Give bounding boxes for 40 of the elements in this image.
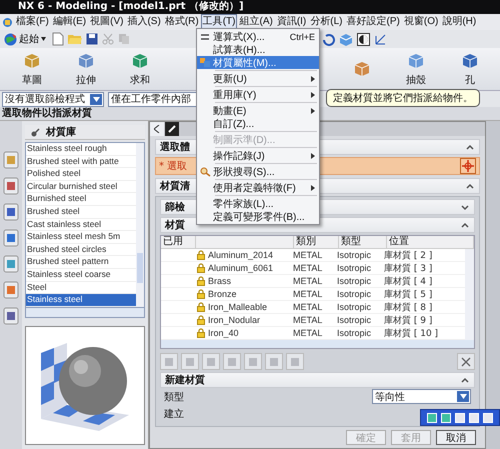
table-cell-text: Isotropic	[336, 250, 372, 260]
section-title: 選取體	[160, 140, 190, 154]
field-label: 建立	[164, 408, 184, 420]
table-cell-text: Isotropic	[336, 263, 372, 273]
table-cell: Iron_Malleable	[208, 302, 268, 312]
table-cell-text: Isotropic	[336, 276, 372, 286]
table-cell-text: 庫材質 [ 2 ]	[383, 250, 434, 262]
table-cell: Bronze	[208, 289, 237, 299]
table-cell-text: METAL	[292, 276, 324, 286]
table-cell-text: METAL	[292, 289, 324, 299]
table-cell-text: 庫材質 [ 4 ]	[383, 276, 434, 288]
table-cell-text: METAL	[292, 302, 324, 312]
table-cell: Iron_40	[208, 328, 239, 338]
section-title: 篩檢	[165, 200, 185, 214]
section-title: 材質	[165, 218, 185, 232]
table-cell: Iron_Nodular	[208, 315, 260, 325]
section-title: 新建材質	[165, 373, 205, 387]
panel-title: 材質庫	[46, 125, 76, 139]
table-cell-text: 庫材質 [ 9 ]	[383, 314, 434, 326]
table-cell-text: 庫材質 [ 5 ]	[383, 288, 434, 300]
table-cell: Brass	[208, 276, 232, 286]
window-title: NX 6 - Modeling - [model1.prt （修改的）]	[0, 0, 500, 14]
table-cell: Aluminum_2014	[208, 250, 274, 260]
shortcut-label: Ctrl+E	[290, 32, 315, 42]
selection-prompt: * 選取	[159, 160, 188, 173]
table-cell-text: Isotropic	[336, 315, 372, 325]
table-cell-text: METAL	[292, 263, 324, 273]
table-cell-text: 庫材質 [ 8 ]	[383, 302, 434, 314]
table-cell-text: Isotropic	[336, 289, 372, 299]
table-cell: Aluminum_6061	[208, 263, 274, 273]
field-label: 類型	[164, 390, 184, 404]
table-cell-text: METAL	[292, 315, 324, 325]
table-cell-text: METAL	[292, 328, 324, 338]
table-cell-text: Isotropic	[336, 328, 372, 338]
table-cell-text: METAL	[292, 250, 324, 260]
table-cell-text: Isotropic	[336, 302, 372, 312]
table-cell-text: 庫材質 [ 3 ]	[383, 262, 434, 274]
tooltip: 定義材質並將它們指派給物件。	[326, 89, 480, 107]
table-cell-text: 庫材質 [ 10 ]	[383, 328, 440, 340]
section-title: 材質清	[160, 180, 190, 193]
